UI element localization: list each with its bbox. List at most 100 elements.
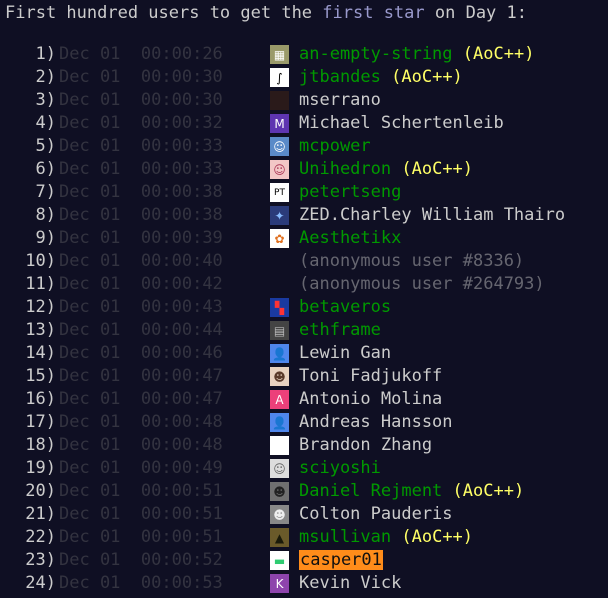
completion-clock: 00:00:40 [140,251,223,271]
completion-clock: 00:00:43 [140,297,223,317]
rank-number: 3) [35,90,56,110]
leaderboard-row: 14) Dec 01 00:00:46 👤 Lewin Gan [0,343,608,366]
leaderboard-row: 20) Dec 01 00:00:51 ☻ Daniel Rejment (AoC++… [0,481,608,504]
aoc-plus-plus-badge[interactable]: (AoC++) [401,159,473,179]
rank-number: 2) [35,67,56,87]
user-entry: Toni Fadjukoff [299,366,442,386]
completion-time: Dec 01 00:00:51 [59,481,223,501]
user-profile-link[interactable]: Daniel Rejment [299,481,442,501]
completion-time: Dec 01 00:00:52 [59,550,223,570]
completion-date: Dec 01 [59,113,121,133]
leaderboard-row: 5) Dec 01 00:00:33 ☺ mcpower [0,136,608,159]
leaderboard-row: 17) Dec 01 00:00:48 👤 Andreas Hansson [0,412,608,435]
leaderboard-row: 24) Dec 01 00:00:53 K Kevin Vick [0,573,608,596]
rank-number: 11) [25,274,56,294]
completion-time: Dec 01 00:00:38 [59,182,223,202]
completion-date: Dec 01 [59,44,121,64]
leaderboard-row: 19) Dec 01 00:00:49 ☺ sciyoshi [0,458,608,481]
completion-time: Dec 01 00:00:33 [59,136,223,156]
leaderboard-heading: First hundred users to get the first sta… [5,3,527,23]
user-profile-link[interactable]: msullivan [299,527,391,547]
leaderboard-row: 12) Dec 01 00:00:43 ▚ betaveros [0,297,608,320]
aoc-plus-plus-badge[interactable]: (AoC++) [463,44,535,64]
completion-clock: 00:00:44 [140,320,223,340]
pt-monogram-avatar-icon: PT [270,183,289,202]
user-profile-link[interactable]: ethframe [299,320,381,340]
user-profile-link[interactable]: petertseng [299,182,401,202]
user-profile-link[interactable]: mcpower [299,136,371,156]
aoc-plus-plus-badge[interactable]: (AoC++) [453,481,525,501]
face-photo-avatar-icon: ☻ [270,367,289,386]
letter-k-avatar-icon: K [270,574,289,593]
completion-date: Dec 01 [59,205,121,225]
completion-date: Dec 01 [59,573,121,593]
user-name: Antonio Molina [299,389,443,409]
leaderboard-row: 7) Dec 01 00:00:38 PT petertseng [0,182,608,205]
completion-clock: 00:00:33 [140,159,223,179]
completion-time: Dec 01 00:00:43 [59,297,223,317]
user-profile-link[interactable]: sciyoshi [299,458,381,478]
user-name: (anonymous user #8336) [299,251,525,271]
user-profile-link[interactable]: an-empty-string [299,44,453,64]
user-entry: msullivan (AoC++) [299,527,473,547]
user-profile-link[interactable]: Unihedron [299,159,391,179]
user-name: mserrano [299,90,381,110]
completion-date: Dec 01 [59,504,121,524]
user-profile-link[interactable]: betaveros [299,297,391,317]
completion-date: Dec 01 [59,343,121,363]
integral-sign-avatar-icon: ∫ [270,68,289,87]
completion-clock: 00:00:47 [140,366,223,386]
completion-time: Dec 01 00:00:38 [59,205,223,225]
user-entry: Michael Schertenleib [299,113,504,133]
leaderboard-row: 16) Dec 01 00:00:47 A Antonio Molina [0,389,608,412]
leaderboard-row: 11) Dec 01 00:00:42 (anonymous user #26479… [0,274,608,297]
rank-number: 12) [25,297,56,317]
completion-time: Dec 01 00:00:26 [59,44,223,64]
user-profile-link[interactable]: jtbandes [299,67,381,87]
completion-time: Dec 01 00:00:48 [59,412,223,432]
rank-number: 9) [35,228,56,248]
sketch-avatar-icon: ☺ [270,459,289,478]
bw-photo-avatar-icon: ☻ [270,505,289,524]
dark-photo-avatar-icon [270,91,289,110]
completion-clock: 00:00:51 [140,481,223,501]
rank-number: 17) [25,412,56,432]
leaderboard-row: 15) Dec 01 00:00:47 ☻ Toni Fadjukoff [0,366,608,389]
completion-date: Dec 01 [59,366,121,386]
rank-number: 6) [35,159,56,179]
sponsor-user-link[interactable]: casper01 [299,550,383,570]
pixel-art-avatar-icon: ▦ [270,45,289,64]
user-entry: ethframe [299,320,381,340]
letter-a-avatar-icon: A [270,390,289,409]
leaderboard-row: 6) Dec 01 00:00:33 ☺ Unihedron (AoC++) [0,159,608,182]
user-name: Toni Fadjukoff [299,366,443,386]
user-profile-link[interactable]: Aesthetikx [299,228,401,248]
completion-time: Dec 01 00:00:46 [59,343,223,363]
rank-number: 10) [25,251,56,271]
rank-number: 23) [25,550,56,570]
rank-number: 5) [35,136,56,156]
rank-number: 4) [35,113,56,133]
rank-number: 20) [25,481,56,501]
leaderboard-row: 9) Dec 01 00:00:39 ✿ Aesthetikx [0,228,608,251]
completion-date: Dec 01 [59,159,121,179]
completion-date: Dec 01 [59,251,121,271]
completion-time: Dec 01 00:00:53 [59,573,223,593]
user-entry: sciyoshi [299,458,381,478]
orange-pattern-avatar-icon: ✿ [270,229,289,248]
leaderboard-row: 2) Dec 01 00:00:30 ∫ jtbandes (AoC++) [0,67,608,90]
leaderboard-row: 1) Dec 01 00:00:26 ▦ an-empty-string (AoC++… [0,44,608,67]
completion-date: Dec 01 [59,67,121,87]
user-entry: (anonymous user #8336) [299,251,524,271]
leaderboard-row: 23) Dec 01 00:00:52 ▬ casper01 [0,550,608,573]
user-entry: Unihedron (AoC++) [299,159,473,179]
aoc-plus-plus-badge[interactable]: (AoC++) [391,67,463,87]
completion-time: Dec 01 00:00:32 [59,113,223,133]
user-entry: mserrano [299,90,381,110]
completion-date: Dec 01 [59,435,121,455]
grey-frame-avatar-icon: ▤ [270,321,289,340]
aoc-plus-plus-badge[interactable]: (AoC++) [401,527,473,547]
photo-avatar-icon: ☻ [270,482,289,501]
user-name: Brandon Zhang [299,435,433,455]
completion-clock: 00:00:42 [140,274,223,294]
